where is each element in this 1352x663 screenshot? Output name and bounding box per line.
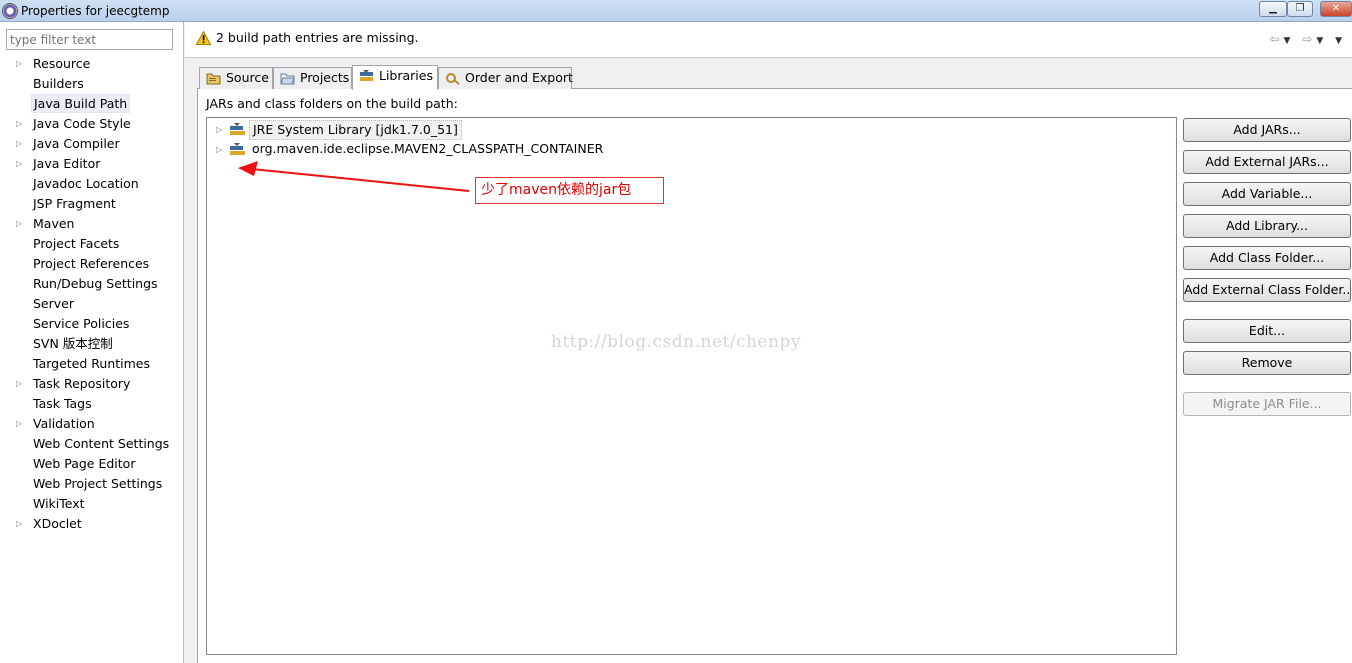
library-container-icon bbox=[230, 123, 245, 135]
tab-projects[interactable]: Projects bbox=[273, 67, 352, 89]
projects-folder-icon bbox=[280, 73, 295, 85]
expand-arrow-icon[interactable]: ▷ bbox=[16, 414, 26, 434]
expand-arrow-icon[interactable]: ▷ bbox=[16, 114, 26, 134]
nav-item-svn[interactable]: SVN 版本控制 bbox=[0, 334, 184, 354]
view-menu-icon[interactable]: ▼ bbox=[1335, 36, 1346, 46]
expand-arrow-icon[interactable]: ▷ bbox=[16, 154, 26, 174]
add-library-button[interactable]: Add Library... bbox=[1183, 214, 1351, 238]
nav-item-java-editor[interactable]: ▷ Java Editor bbox=[0, 154, 184, 174]
maximize-button[interactable]: ❐ bbox=[1287, 1, 1313, 17]
history-navigation: ⇦▼ ⇨▼ ▼ bbox=[1269, 32, 1346, 46]
nav-item-java-code-style[interactable]: ▷ Java Code Style bbox=[0, 114, 184, 134]
add-jars-button[interactable]: Add JARs... bbox=[1183, 118, 1351, 142]
annotation-arrow bbox=[238, 161, 470, 192]
edit-button[interactable]: Edit... bbox=[1183, 319, 1351, 343]
nav-item-resource[interactable]: ▷ Resource bbox=[0, 54, 184, 74]
nav-item-jsp-fragment[interactable]: JSP Fragment bbox=[0, 194, 184, 214]
annotation-note: 少了maven依赖的jar包 bbox=[475, 177, 664, 204]
migrate-jar-file-button[interactable]: Migrate JAR File... bbox=[1183, 392, 1351, 416]
tab-source[interactable]: Source bbox=[199, 67, 273, 89]
order-export-icon bbox=[446, 73, 460, 85]
property-page-tree: ▷ Resource Builders Java Build Path ▷ Java… bbox=[0, 54, 184, 534]
nav-item-xdoclet[interactable]: ▷ XDoclet bbox=[0, 514, 184, 534]
back-menu-icon[interactable]: ▼ bbox=[1284, 36, 1295, 46]
nav-item-targeted-runtimes[interactable]: Targeted Runtimes bbox=[0, 354, 184, 374]
nav-item-run-debug-settings[interactable]: Run/Debug Settings bbox=[0, 274, 184, 294]
nav-item-task-tags[interactable]: Task Tags bbox=[0, 394, 184, 414]
expand-arrow-icon[interactable]: ▷ bbox=[16, 134, 26, 154]
warning-icon bbox=[196, 31, 211, 45]
nav-item-javadoc-location[interactable]: Javadoc Location bbox=[0, 174, 184, 194]
forward-arrow-icon[interactable]: ⇨ bbox=[1302, 32, 1316, 46]
window-title: Properties for jeecgtemp bbox=[21, 4, 170, 18]
nav-item-java-compiler[interactable]: ▷ Java Compiler bbox=[0, 134, 184, 154]
add-class-folder-button[interactable]: Add Class Folder... bbox=[1183, 246, 1351, 270]
nav-item-server[interactable]: Server bbox=[0, 294, 184, 314]
nav-item-maven[interactable]: ▷ Maven bbox=[0, 214, 184, 234]
source-folder-icon bbox=[206, 73, 221, 85]
title-bar: Properties for jeecgtemp ▁ ❐ ✕ bbox=[0, 0, 1352, 22]
property-pages-panel: ▷Resource Builders Java Build Path ▷Java… bbox=[0, 22, 184, 663]
expand-arrow-icon[interactable]: ▷ bbox=[16, 374, 26, 394]
expand-arrow-icon[interactable]: ▷ bbox=[216, 141, 222, 159]
nav-item-web-project-settings[interactable]: Web Project Settings bbox=[0, 474, 184, 494]
back-arrow-icon[interactable]: ⇦ bbox=[1269, 32, 1283, 46]
close-button[interactable]: ✕ bbox=[1320, 1, 1352, 17]
nav-item-wikitext[interactable]: WikiText bbox=[0, 494, 184, 514]
expand-arrow-icon[interactable]: ▷ bbox=[16, 214, 26, 234]
add-external-class-folder-button[interactable]: Add External Class Folder... bbox=[1183, 278, 1351, 302]
nav-item-project-references[interactable]: Project References bbox=[0, 254, 184, 274]
library-container-icon bbox=[230, 143, 245, 155]
libraries-icon bbox=[360, 70, 373, 81]
build-path-caption: JARs and class folders on the build path… bbox=[206, 96, 458, 111]
expand-arrow-icon[interactable]: ▷ bbox=[216, 121, 222, 139]
watermark: http://blog.csdn.net/chenpy bbox=[551, 332, 802, 352]
nav-item-builders[interactable]: Builders bbox=[0, 74, 184, 94]
nav-item-java-build-path[interactable]: Java Build Path bbox=[0, 94, 184, 114]
remove-button[interactable]: Remove bbox=[1183, 351, 1351, 375]
expand-arrow-icon[interactable]: ▷ bbox=[16, 54, 26, 74]
filter-input[interactable] bbox=[6, 29, 173, 50]
eclipse-app-icon bbox=[2, 3, 18, 19]
minimize-button[interactable]: ▁ bbox=[1259, 1, 1287, 17]
nav-item-web-content-settings[interactable]: Web Content Settings bbox=[0, 434, 184, 454]
message-text: 2 build path entries are missing. bbox=[216, 30, 419, 45]
nav-item-service-policies[interactable]: Service Policies bbox=[0, 314, 184, 334]
add-variable-button[interactable]: Add Variable... bbox=[1183, 182, 1351, 206]
tab-order-and-export[interactable]: Order and Export bbox=[438, 67, 573, 89]
add-external-jars-button[interactable]: Add External JARs... bbox=[1183, 150, 1351, 174]
message-bar: 2 build path entries are missing. ⇦▼ ⇨▼ … bbox=[185, 22, 1352, 58]
expand-arrow-icon[interactable]: ▷ bbox=[16, 514, 26, 534]
nav-item-web-page-editor[interactable]: Web Page Editor bbox=[0, 454, 184, 474]
forward-menu-icon[interactable]: ▼ bbox=[1316, 36, 1327, 46]
tab-libraries[interactable]: Libraries bbox=[352, 65, 438, 90]
nav-item-validation[interactable]: ▷ Validation bbox=[0, 414, 184, 434]
nav-item-project-facets[interactable]: Project Facets bbox=[0, 234, 184, 254]
nav-item-task-repository[interactable]: ▷ Task Repository bbox=[0, 374, 184, 394]
